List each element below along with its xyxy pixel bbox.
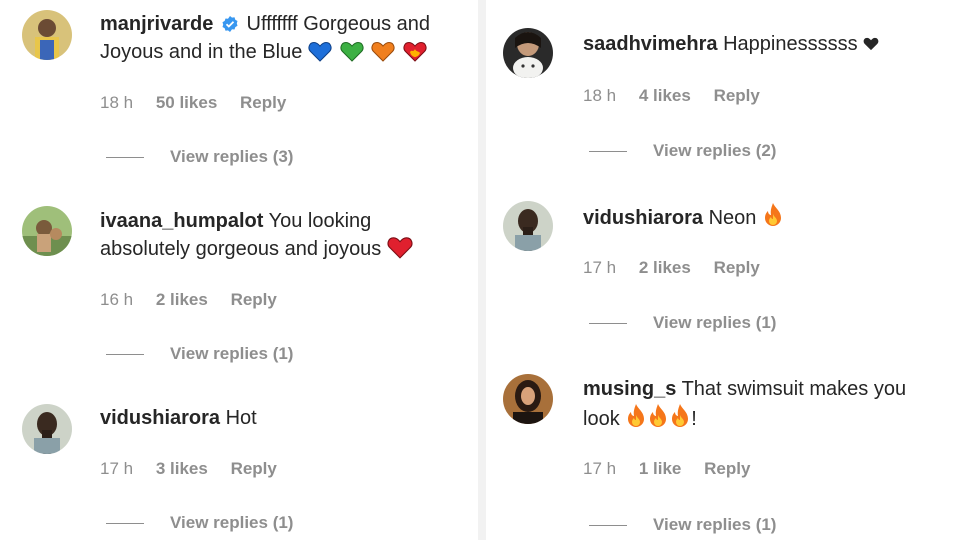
comment-text: Ufffffff Gorgeous and bbox=[246, 13, 431, 35]
comment-text: Neon bbox=[708, 207, 757, 229]
view-replies-label: View replies (3) bbox=[170, 147, 294, 166]
red-heart-icon bbox=[387, 237, 413, 259]
comment-time: 17 h bbox=[583, 459, 617, 478]
panel-divider bbox=[478, 0, 486, 540]
blue-heart-icon bbox=[308, 41, 332, 62]
heart-on-fire-icon bbox=[403, 41, 427, 62]
view-replies-button[interactable]: View replies (1) bbox=[106, 513, 293, 533]
reply-button[interactable]: Reply bbox=[240, 93, 286, 112]
comment-username[interactable]: vidushiarora bbox=[100, 407, 220, 429]
replies-divider-line bbox=[106, 157, 144, 159]
replies-divider-line bbox=[106, 523, 144, 525]
avatar[interactable] bbox=[22, 206, 72, 256]
view-replies-button[interactable]: View replies (2) bbox=[589, 141, 776, 161]
likes-count[interactable]: 3 likes bbox=[156, 459, 208, 478]
green-heart-icon bbox=[339, 41, 364, 62]
comment-username[interactable]: manjrivarde bbox=[100, 13, 213, 35]
comments-panel-right: saadhvimehra Happinessssss 18 h 4 likes … bbox=[486, 0, 960, 540]
fire-icon bbox=[764, 203, 781, 226]
view-replies-label: View replies (2) bbox=[653, 141, 777, 160]
view-replies-button[interactable]: View replies (1) bbox=[589, 313, 776, 333]
comment-text: You looking bbox=[268, 210, 372, 232]
comment-time: 16 h bbox=[100, 290, 134, 309]
comment-text-line2: look bbox=[583, 408, 620, 430]
reply-button[interactable]: Reply bbox=[714, 258, 760, 277]
avatar[interactable] bbox=[22, 404, 72, 454]
comment-text: Hot bbox=[225, 407, 257, 429]
verified-badge-icon bbox=[222, 16, 238, 32]
view-replies-button[interactable]: View replies (3) bbox=[106, 147, 293, 167]
comment-text: Happinessssss bbox=[723, 33, 858, 55]
fire-icon bbox=[672, 404, 689, 427]
comment-time: 18 h bbox=[583, 86, 617, 105]
replies-divider-line bbox=[106, 354, 144, 356]
likes-count[interactable]: 2 likes bbox=[156, 290, 208, 309]
comment-time: 17 h bbox=[583, 258, 617, 277]
reply-button[interactable]: Reply bbox=[231, 459, 277, 478]
view-replies-button[interactable]: View replies (1) bbox=[106, 344, 293, 364]
reply-button[interactable]: Reply bbox=[231, 290, 277, 309]
reply-button[interactable]: Reply bbox=[714, 86, 760, 105]
avatar[interactable] bbox=[503, 201, 553, 251]
comment-text-suffix: ! bbox=[691, 408, 697, 430]
comments-panel-left: manjrivarde Ufffffff Gorgeous and Joyous… bbox=[0, 0, 478, 540]
comment-username[interactable]: saadhvimehra bbox=[583, 33, 718, 55]
replies-divider-line bbox=[589, 525, 627, 527]
avatar[interactable] bbox=[22, 10, 72, 60]
black-heart-icon bbox=[863, 37, 879, 51]
likes-count[interactable]: 1 like bbox=[639, 459, 682, 478]
view-replies-button[interactable]: View replies (1) bbox=[589, 515, 776, 535]
replies-divider-line bbox=[589, 323, 627, 325]
fire-icon bbox=[650, 404, 667, 427]
comment-username[interactable]: ivaana_humpalot bbox=[100, 210, 263, 232]
view-replies-label: View replies (1) bbox=[653, 515, 777, 534]
reply-button[interactable]: Reply bbox=[704, 459, 750, 478]
avatar[interactable] bbox=[503, 374, 553, 424]
fire-icon bbox=[628, 404, 645, 427]
comment-text-line2: absolutely gorgeous and joyous bbox=[100, 238, 382, 260]
comment-username[interactable]: vidushiarora bbox=[583, 207, 703, 229]
likes-count[interactable]: 50 likes bbox=[156, 93, 217, 112]
likes-count[interactable]: 4 likes bbox=[639, 86, 691, 105]
view-replies-label: View replies (1) bbox=[653, 313, 777, 332]
likes-count[interactable]: 2 likes bbox=[639, 258, 691, 277]
replies-divider-line bbox=[589, 151, 627, 153]
comment-time: 17 h bbox=[100, 459, 134, 478]
comment-time: 18 h bbox=[100, 93, 134, 112]
view-replies-label: View replies (1) bbox=[170, 513, 294, 532]
comment-text-line2: Joyous and in the Blue bbox=[100, 41, 303, 63]
orange-heart-icon bbox=[371, 41, 395, 62]
avatar[interactable] bbox=[503, 28, 553, 78]
view-replies-label: View replies (1) bbox=[170, 344, 294, 363]
comment-username[interactable]: musing_s bbox=[583, 378, 676, 400]
comment-text: That swimsuit makes you bbox=[681, 378, 907, 400]
